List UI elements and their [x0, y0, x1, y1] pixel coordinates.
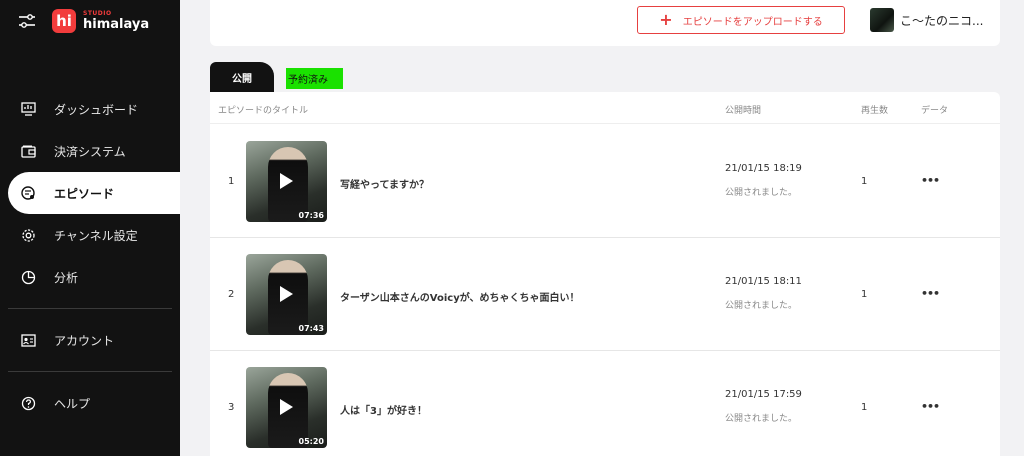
- sidebar-item-episodes[interactable]: エピソード: [8, 172, 180, 214]
- play-icon[interactable]: [280, 286, 293, 302]
- gear-icon: [20, 227, 36, 243]
- row-number: 3: [228, 402, 235, 413]
- sidebar-item-label: ヘルプ: [54, 396, 91, 411]
- row-number: 2: [228, 289, 235, 300]
- upload-episode-button[interactable]: + エピソードをアップロードする: [637, 6, 845, 34]
- table-header: エピソードのタイトル 公開時間 再生数 データ: [210, 92, 1000, 124]
- sidebar-item-label: 決済システム: [54, 144, 126, 159]
- sidebar-item-label: アカウント: [54, 333, 115, 348]
- column-header-title: エピソードのタイトル: [218, 106, 309, 116]
- logo-badge: hi: [52, 9, 76, 33]
- publish-status: 公開されました。: [725, 188, 798, 198]
- sidebar-item-label: エピソード: [54, 186, 115, 201]
- sidebar-item-analytics[interactable]: 分析: [0, 256, 180, 298]
- sidebar-item-help[interactable]: ヘルプ: [0, 382, 180, 424]
- episode-thumbnail[interactable]: 07:36: [246, 141, 327, 222]
- sidebar-divider: [8, 308, 172, 309]
- episode-title[interactable]: ターザン山本さんのVoicyが、めちゃくちゃ面白い！: [340, 289, 580, 304]
- menu-toggle-icon[interactable]: [18, 13, 36, 29]
- row-number: 1: [228, 176, 235, 187]
- column-header-plays: 再生数: [861, 106, 889, 116]
- publish-status: 公開されました。: [725, 414, 798, 424]
- more-options-icon[interactable]: •••: [921, 400, 940, 413]
- tab-reserved[interactable]: 予約済み: [286, 68, 343, 89]
- episode-thumbnail[interactable]: 07:43: [246, 254, 327, 335]
- sidebar-divider: [8, 371, 172, 372]
- publish-status: 公開されました。: [725, 301, 798, 311]
- sidebar-nav: ダッシュボード 決済システム エピソード チャンネル設定 分析 アカウント ヘル…: [0, 88, 180, 424]
- sidebar-item-label: チャンネル設定: [54, 228, 138, 243]
- logo[interactable]: hi STUDIO himalaya: [52, 9, 149, 33]
- episode-duration: 05:20: [298, 437, 324, 446]
- publish-date: 21/01/15 18:11: [725, 276, 802, 287]
- episode-duration: 07:43: [298, 324, 324, 333]
- episode-thumbnail[interactable]: 05:20: [246, 367, 327, 448]
- upload-episode-label: エピソードをアップロードする: [682, 16, 823, 28]
- more-options-icon[interactable]: •••: [921, 287, 940, 300]
- pie-chart-icon: [20, 269, 36, 285]
- help-icon: [20, 395, 36, 411]
- play-count: 1: [861, 176, 868, 187]
- user-name: こ〜たのニコ...: [900, 13, 984, 28]
- play-count: 1: [861, 289, 868, 300]
- sidebar-item-account[interactable]: アカウント: [0, 319, 180, 361]
- avatar: [870, 8, 894, 32]
- play-icon[interactable]: [280, 399, 293, 415]
- column-header-published: 公開時間: [725, 106, 762, 116]
- publish-date: 21/01/15 18:19: [725, 163, 802, 174]
- publish-date: 21/01/15 17:59: [725, 389, 802, 400]
- table-row[interactable]: 3 05:20 人は「3」が好き！ 21/01/15 17:59 公開されました…: [210, 351, 1000, 456]
- sidebar-item-channel-settings[interactable]: チャンネル設定: [0, 214, 180, 256]
- logo-name-text: himalaya: [83, 17, 150, 32]
- table-row[interactable]: 2 07:43 ターザン山本さんのVoicyが、めちゃくちゃ面白い！ 21/01…: [210, 238, 1000, 351]
- episode-duration: 07:36: [298, 211, 324, 220]
- plus-icon: +: [659, 10, 673, 29]
- sidebar-item-dashboard[interactable]: ダッシュボード: [0, 88, 180, 130]
- user-menu[interactable]: こ〜たのニコ...: [870, 8, 983, 32]
- sidebar-item-payment[interactable]: 決済システム: [0, 130, 180, 172]
- column-header-data: データ: [921, 106, 949, 116]
- more-options-icon[interactable]: •••: [921, 174, 940, 187]
- table-row[interactable]: 1 07:36 写経やってますか？ 21/01/15 18:19 公開されました…: [210, 125, 1000, 238]
- sidebar-item-label: 分析: [54, 270, 79, 285]
- episode-table: エピソードのタイトル 公開時間 再生数 データ 1 07:36 写経やってますか…: [210, 92, 1000, 456]
- sidebar: hi STUDIO himalaya ダッシュボード 決済システム エピソード: [0, 0, 180, 456]
- dashboard-icon: [20, 101, 36, 117]
- top-header: + エピソードをアップロードする こ〜たのニコ...: [210, 0, 1000, 46]
- play-icon[interactable]: [280, 173, 293, 189]
- wallet-icon: [20, 143, 36, 159]
- tab-public[interactable]: 公開: [210, 62, 274, 92]
- play-count: 1: [861, 402, 868, 413]
- episode-title[interactable]: 写経やってますか？: [340, 176, 429, 191]
- sidebar-item-label: ダッシュボード: [54, 102, 139, 117]
- id-card-icon: [20, 332, 36, 348]
- episode-title[interactable]: 人は「3」が好き！: [340, 402, 427, 417]
- episode-icon: [20, 185, 36, 201]
